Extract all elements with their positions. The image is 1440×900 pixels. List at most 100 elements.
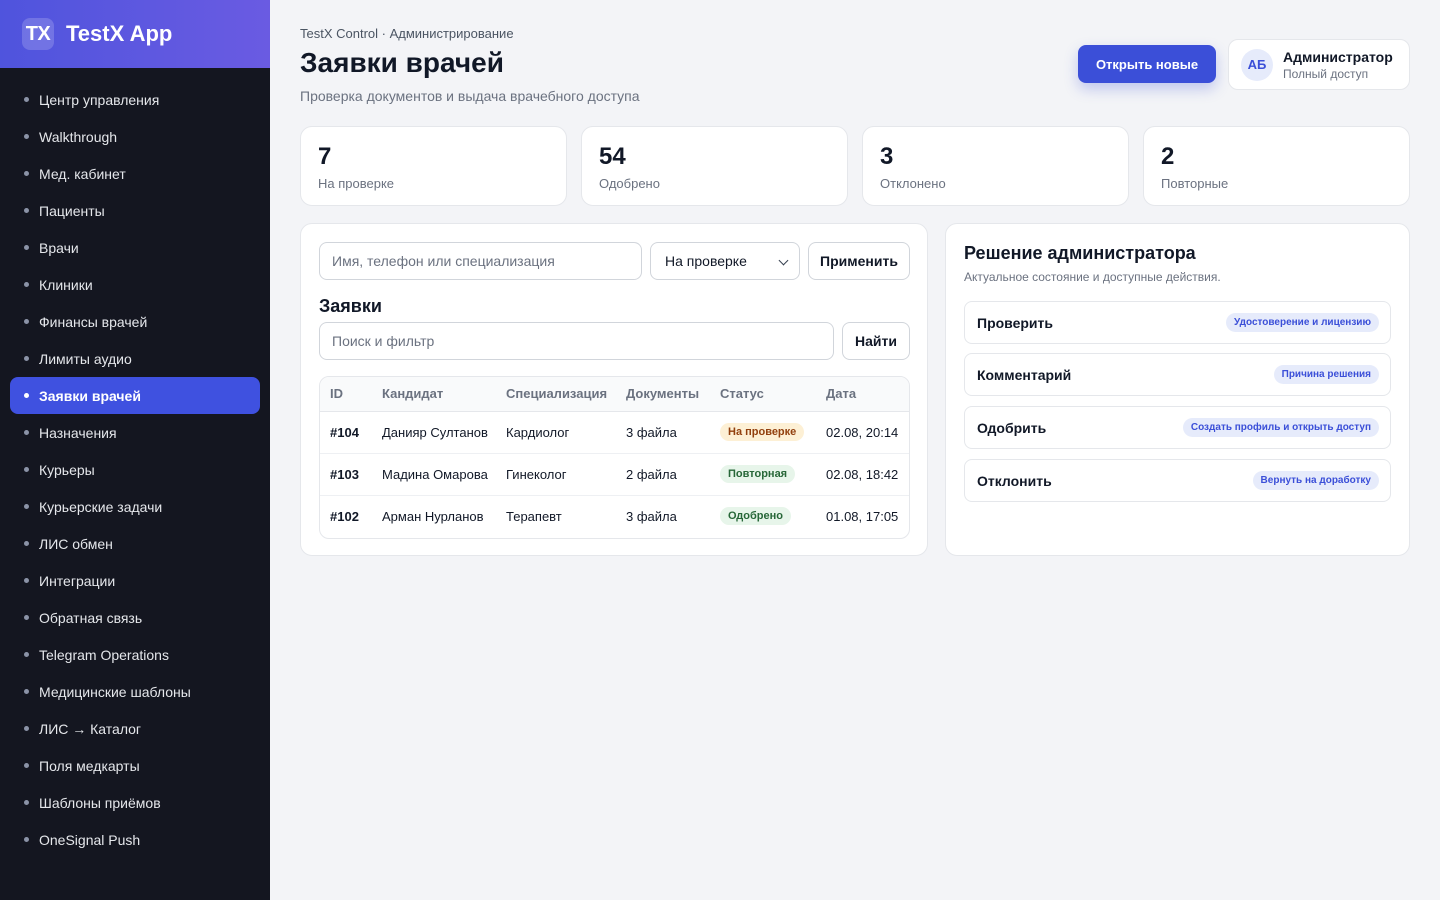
bullet-icon: [24, 245, 29, 250]
sidebar-item-med-cabinet[interactable]: Мед. кабинет: [10, 155, 260, 192]
stat-card-review: 7 На проверке: [300, 126, 567, 206]
sidebar-item-lis-catalog[interactable]: ЛИС → Каталог: [10, 710, 260, 747]
sidebar-item-telegram-operations[interactable]: Telegram Operations: [10, 636, 260, 673]
bullet-icon: [24, 208, 29, 213]
table-header: ID Кандидат Специализация Документы Стат…: [320, 377, 909, 412]
action-verify[interactable]: Проверить Удостоверение и лицензию: [964, 301, 1391, 344]
stat-value: 2: [1161, 143, 1175, 170]
action-label: Проверить: [977, 314, 1053, 331]
chevron-down-icon: [778, 255, 789, 266]
sidebar-item-control-center[interactable]: Центр управления: [10, 81, 260, 118]
sidebar-item-walkthrough[interactable]: Walkthrough: [10, 118, 260, 155]
cell-date: 02.08, 20:14: [816, 411, 909, 454]
sidebar-item-label: Заявки врачей: [39, 387, 141, 404]
bullet-icon: [24, 171, 29, 176]
sidebar-item-clinics[interactable]: Клиники: [10, 266, 260, 303]
sidebar-item-medical-templates[interactable]: Медицинские шаблоны: [10, 673, 260, 710]
sidebar-item-lis-exchange[interactable]: ЛИС обмен: [10, 525, 260, 562]
sidebar-item-label: Курьерские задачи: [39, 498, 163, 515]
bullet-icon: [24, 97, 29, 102]
search-input[interactable]: Поиск и фильтр: [319, 322, 834, 360]
action-comment[interactable]: Комментарий Причина решения: [964, 353, 1391, 396]
sidebar-item-audio-limits[interactable]: Лимиты аудио: [10, 340, 260, 377]
bullet-icon: [24, 726, 29, 731]
sidebar-item-label: Медицинские шаблоны: [39, 683, 191, 700]
sidebar-nav: Центр управления Walkthrough Мед. кабине…: [0, 68, 270, 858]
sidebar-item-courier-tasks[interactable]: Курьерские задачи: [10, 488, 260, 525]
sidebar-item-label: OneSignal Push: [39, 831, 141, 848]
sidebar-item-label: Пациенты: [39, 202, 105, 219]
sidebar-item-label: Мед. кабинет: [39, 165, 126, 182]
sidebar-item-doctors[interactable]: Врачи: [10, 229, 260, 266]
cell-specialization: Гинеколог: [496, 453, 616, 496]
bullet-icon: [24, 689, 29, 694]
decision-title: Решение администратора: [964, 243, 1196, 263]
stats-row: 7 На проверке 54 Одобрено 3 Отклонено 2 …: [300, 126, 1410, 206]
sidebar-item-label: Клиники: [39, 276, 93, 293]
bullet-icon: [24, 541, 29, 546]
sidebar-item-couriers[interactable]: Курьеры: [10, 451, 260, 488]
search-button[interactable]: Найти: [842, 322, 910, 360]
open-new-button[interactable]: Открыть новые: [1078, 45, 1216, 83]
bullet-icon: [24, 282, 29, 287]
sidebar-item-label: ЛИС обмен: [39, 535, 113, 552]
query-input[interactable]: Имя, телефон или специализация: [319, 242, 642, 280]
bullet-icon: [24, 504, 29, 509]
stat-label: На проверке: [318, 176, 395, 191]
brand-name: TestX App: [66, 21, 173, 46]
action-tag: Причина решения: [1273, 365, 1379, 384]
cell-specialization: Терапевт: [506, 508, 562, 524]
table-row[interactable]: #103 Мадина Омарова Гинеколог 2 файла По…: [320, 453, 909, 496]
stat-label: Одобрено: [599, 176, 660, 191]
stat-card-rejected: 3 Отклонено: [862, 126, 1129, 206]
sidebar-item-appointments[interactable]: Назначения: [10, 414, 260, 451]
column-header-date: Дата: [816, 377, 909, 412]
applications-title: Заявки: [319, 296, 382, 316]
action-tag: Вернуть на доработку: [1252, 471, 1379, 490]
status-select[interactable]: На проверке: [650, 242, 800, 280]
column-header-specialization: Специализация: [496, 377, 616, 412]
brand-header: TX TestX App: [0, 0, 270, 68]
sidebar-item-appointment-templates[interactable]: Шаблоны приёмов: [10, 784, 260, 821]
action-approve[interactable]: Одобрить Создать профиль и открыть досту…: [964, 406, 1391, 449]
sidebar-item-doctor-applications[interactable]: Заявки врачей: [10, 377, 260, 414]
table: ID Кандидат Специализация Документы Стат…: [320, 377, 909, 537]
apply-button[interactable]: Применить: [808, 242, 910, 280]
page-subtitle: Проверка документов и выдача врачебного …: [300, 88, 640, 104]
sidebar-item-onesignal-push[interactable]: OneSignal Push: [10, 821, 260, 858]
sidebar-item-medcard-fields[interactable]: Поля медкарты: [10, 747, 260, 784]
applications-panel: Имя, телефон или специализация На провер…: [300, 223, 928, 556]
sidebar-item-label: Интеграции: [39, 572, 116, 589]
sidebar-item-label: Лимиты аудио: [39, 350, 132, 367]
action-tag: Удостоверение и лицензию: [1226, 313, 1379, 332]
sidebar-item-doctor-finances[interactable]: Финансы врачей: [10, 303, 260, 340]
cell-status: Повторная: [710, 453, 816, 496]
avatar: АБ: [1241, 48, 1273, 81]
user-card[interactable]: АБ Администратор Полный доступ: [1228, 39, 1410, 90]
bullet-icon: [24, 652, 29, 657]
sidebar-item-integrations[interactable]: Интеграции: [10, 562, 260, 599]
action-label: Одобрить: [977, 419, 1047, 436]
sidebar-item-label: Обратная связь: [39, 609, 143, 626]
cell-documents: 3 файла: [626, 508, 677, 524]
sidebar-item-feedback[interactable]: Обратная связь: [10, 599, 260, 636]
table-row[interactable]: #102 Арман Нурланов Терапевт 3 файла Одо…: [320, 495, 909, 537]
action-reject[interactable]: Отклонить Вернуть на доработку: [964, 459, 1391, 502]
sidebar-item-patients[interactable]: Пациенты: [10, 192, 260, 229]
bullet-icon: [24, 615, 29, 620]
user-role: Полный доступ: [1283, 66, 1369, 81]
status-badge: Повторная: [720, 465, 796, 483]
column-header-documents: Документы: [616, 377, 710, 412]
stat-card-repeat: 2 Повторные: [1143, 126, 1410, 206]
bullet-icon: [24, 763, 29, 768]
cell-status: Одобрено: [710, 495, 816, 537]
action-label: Комментарий: [977, 366, 1072, 383]
bullet-icon: [24, 393, 29, 398]
stat-value: 3: [880, 143, 894, 170]
column-header-id: ID: [320, 377, 372, 412]
page-title: Заявки врачей: [300, 47, 504, 78]
action-tag: Создать профиль и открыть доступ: [1182, 418, 1379, 437]
table-row[interactable]: #104 Данияр Султанов Кардиолог 3 файла Н…: [320, 411, 909, 454]
cell-candidate: Данияр Султанов: [372, 411, 496, 454]
bullet-icon: [24, 430, 29, 435]
